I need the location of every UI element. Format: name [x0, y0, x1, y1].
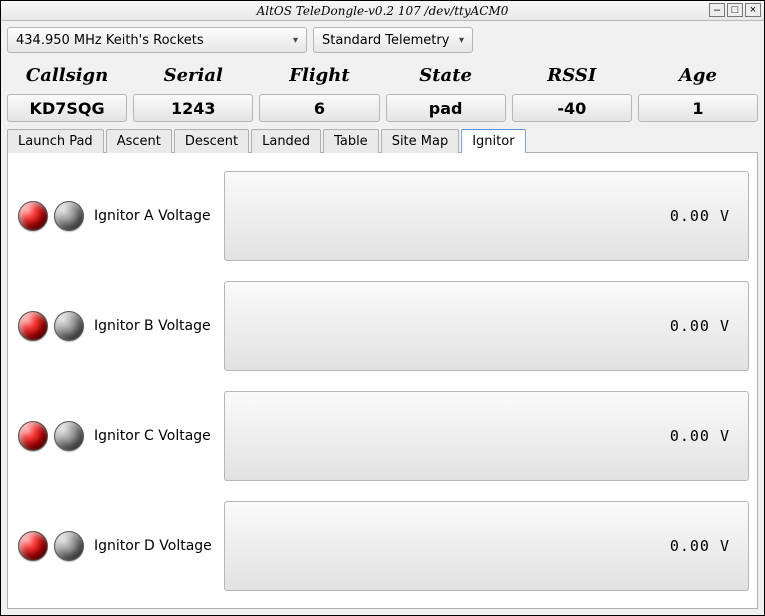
led-red-icon [18, 201, 48, 231]
voltage-display: 0.00 V [224, 501, 749, 591]
tabstrip: Launch Pad Ascent Descent Landed Table S… [1, 128, 764, 152]
status-value: -40 [512, 94, 632, 122]
close-button[interactable]: × [745, 3, 761, 17]
led-group [18, 201, 84, 231]
status-value: 6 [259, 94, 379, 122]
toolbar: 434.950 MHz Keith's Rockets ▾ Standard T… [1, 21, 764, 55]
status-value: 1243 [133, 94, 253, 122]
telemetry-value: Standard Telemetry [322, 33, 449, 48]
chevron-down-icon: ▾ [293, 35, 298, 46]
voltage-display: 0.00 V [224, 391, 749, 481]
tab-landed[interactable]: Landed [251, 129, 321, 153]
app-window: AltOS TeleDongle-v0.2 107 /dev/ttyACM0 –… [0, 0, 765, 616]
frequency-value: 434.950 MHz Keith's Rockets [16, 33, 204, 48]
status-callsign: Callsign KD7SQG [7, 59, 127, 122]
status-header: Callsign [7, 59, 127, 90]
status-state: State pad [386, 59, 506, 122]
led-grey-icon [54, 421, 84, 451]
status-header: RSSI [512, 59, 632, 90]
led-red-icon [18, 421, 48, 451]
led-group [18, 531, 84, 561]
status-age: Age 1 [638, 59, 758, 122]
chevron-down-icon: ▾ [459, 35, 464, 46]
status-header: Flight [259, 59, 379, 90]
ignitor-label: Ignitor B Voltage [94, 318, 214, 334]
tab-ascent[interactable]: Ascent [106, 129, 172, 153]
led-red-icon [18, 311, 48, 341]
ignitor-label: Ignitor A Voltage [94, 208, 214, 224]
window-controls: – □ × [709, 3, 761, 17]
status-header: State [386, 59, 506, 90]
led-red-icon [18, 531, 48, 561]
ignitor-row: Ignitor C Voltage 0.00 V [16, 381, 749, 491]
status-header: Serial [133, 59, 253, 90]
telemetry-dropdown[interactable]: Standard Telemetry ▾ [313, 27, 473, 53]
led-group [18, 311, 84, 341]
minimize-button[interactable]: – [709, 3, 725, 17]
status-header: Age [638, 59, 758, 90]
ignitor-panel: Ignitor A Voltage 0.00 V Ignitor B Volta… [7, 152, 758, 609]
status-rssi: RSSI -40 [512, 59, 632, 122]
status-value: 1 [638, 94, 758, 122]
tab-launch-pad[interactable]: Launch Pad [7, 129, 104, 153]
status-serial: Serial 1243 [133, 59, 253, 122]
frequency-dropdown[interactable]: 434.950 MHz Keith's Rockets ▾ [7, 27, 307, 53]
led-grey-icon [54, 531, 84, 561]
status-value: KD7SQG [7, 94, 127, 122]
ignitor-label: Ignitor C Voltage [94, 428, 214, 444]
voltage-display: 0.00 V [224, 171, 749, 261]
tab-ignitor[interactable]: Ignitor [461, 129, 525, 153]
led-group [18, 421, 84, 451]
ignitor-row: Ignitor A Voltage 0.00 V [16, 161, 749, 271]
tab-descent[interactable]: Descent [174, 129, 249, 153]
status-flight: Flight 6 [259, 59, 379, 122]
tab-site-map[interactable]: Site Map [381, 129, 460, 153]
led-grey-icon [54, 311, 84, 341]
ignitor-row: Ignitor D Voltage 0.00 V [16, 491, 749, 601]
led-grey-icon [54, 201, 84, 231]
maximize-button[interactable]: □ [727, 3, 743, 17]
ignitor-row: Ignitor B Voltage 0.00 V [16, 271, 749, 381]
tab-table[interactable]: Table [323, 129, 379, 153]
window-title: AltOS TeleDongle-v0.2 107 /dev/ttyACM0 [257, 4, 509, 18]
voltage-display: 0.00 V [224, 281, 749, 371]
status-row: Callsign KD7SQG Serial 1243 Flight 6 Sta… [1, 55, 764, 128]
status-value: pad [386, 94, 506, 122]
ignitor-label: Ignitor D Voltage [94, 538, 214, 554]
titlebar: AltOS TeleDongle-v0.2 107 /dev/ttyACM0 –… [1, 1, 764, 21]
